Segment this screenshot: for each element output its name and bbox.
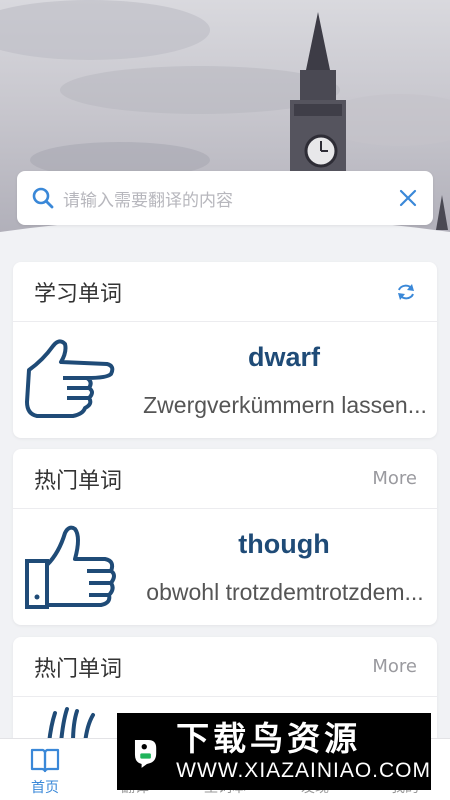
watermark-overlay: 下载鸟资源 WWW.XIAZAINIAO.COM bbox=[117, 713, 431, 790]
study-word-card[interactable]: 学习单词 dwarf Zwergverkümmern lassen... bbox=[13, 262, 437, 438]
watermark-url: WWW.XIAZAINIAO.COM bbox=[176, 758, 431, 782]
search-bar[interactable]: 请输入需要翻译的内容 bbox=[17, 171, 433, 225]
tab-label: 首页 bbox=[31, 780, 59, 796]
word-meaning: Zwergverkümmern lassen... bbox=[143, 392, 427, 418]
more-link[interactable]: More bbox=[372, 468, 417, 489]
tab-home[interactable]: 首页 bbox=[0, 739, 90, 800]
word-text: though bbox=[238, 529, 330, 559]
search-placeholder[interactable]: 请输入需要翻译的内容 bbox=[63, 186, 397, 211]
hot-word-card[interactable]: 热门单词 More though obwohl trotzdemtrotzdem… bbox=[13, 449, 437, 625]
thumbs-up-icon bbox=[25, 525, 116, 609]
card-title: 学习单词 bbox=[34, 281, 123, 307]
word-entry[interactable]: though obwohl trotzdemtrotzdem... bbox=[13, 509, 437, 625]
search-icon bbox=[32, 187, 54, 209]
word-text: dwarf bbox=[247, 342, 320, 372]
card-header: 热门单词 More bbox=[13, 637, 437, 697]
card-header: 热门单词 More bbox=[13, 449, 437, 509]
card-title: 热门单词 bbox=[34, 468, 123, 494]
refresh-icon[interactable] bbox=[395, 281, 417, 303]
word-entry[interactable]: dwarf Zwergverkümmern lassen... bbox=[13, 322, 437, 438]
watermark-title: 下载鸟资源 bbox=[176, 718, 362, 758]
book-icon bbox=[30, 748, 60, 773]
pointing-hand-icon bbox=[25, 339, 115, 418]
bird-logo-icon bbox=[127, 732, 165, 771]
word-meaning: obwohl trotzdemtrotzdem... bbox=[146, 579, 424, 605]
card-title: 热门单词 bbox=[34, 656, 123, 682]
more-link[interactable]: More bbox=[372, 656, 417, 677]
clear-icon[interactable] bbox=[397, 187, 419, 209]
card-header: 学习单词 bbox=[13, 262, 437, 322]
